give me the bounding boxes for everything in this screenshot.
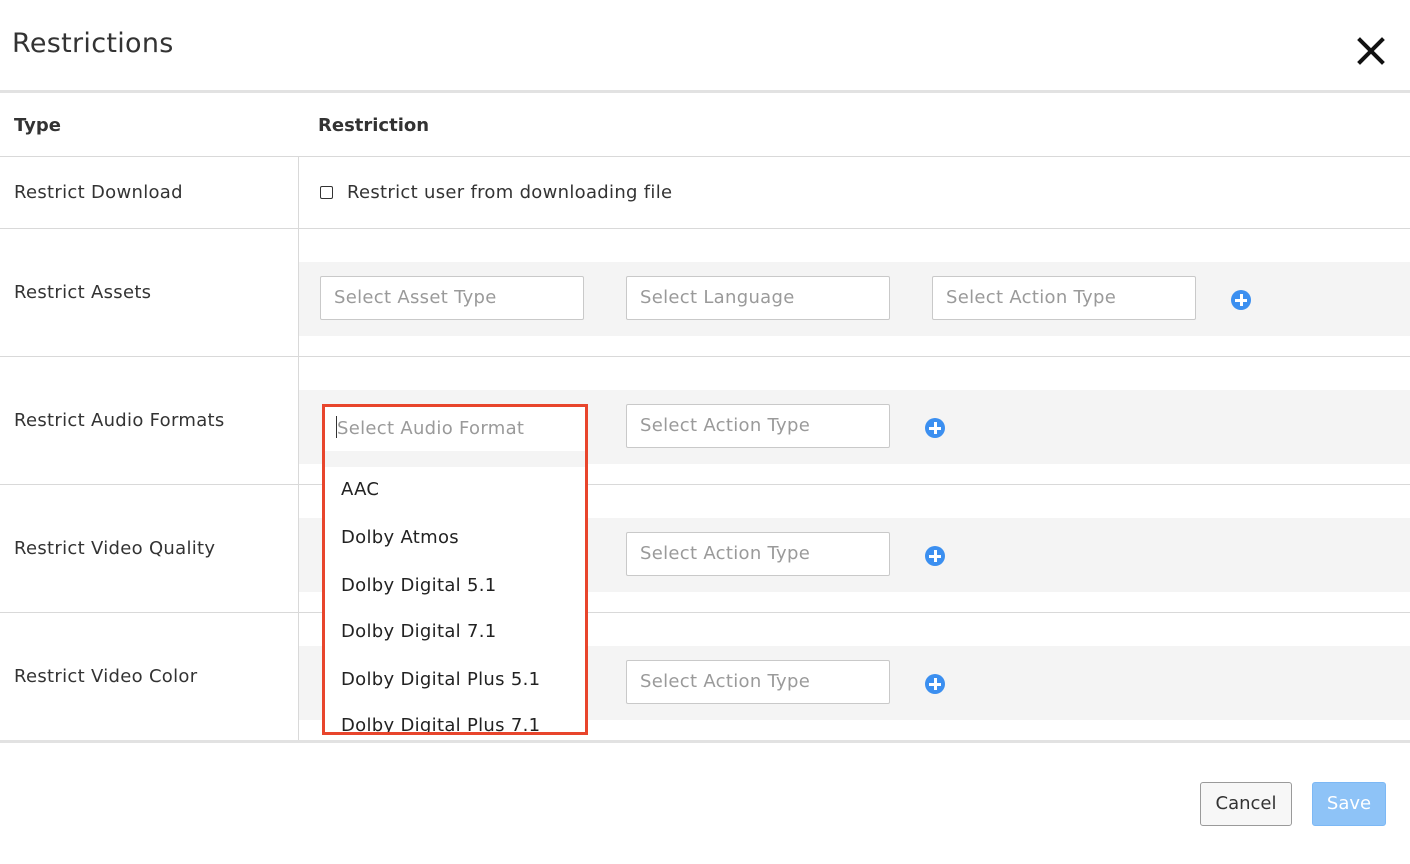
- dropdown-option-dolby-atmos[interactable]: Dolby Atmos: [341, 527, 459, 548]
- table-divider: [0, 356, 1410, 357]
- dropdown-separator: [325, 451, 585, 467]
- restrict-download-checkbox-label[interactable]: Restrict user from downloading file: [347, 182, 672, 203]
- restrict-download-checkbox[interactable]: [320, 186, 333, 199]
- audio-format-placeholder: Select Audio Format: [337, 418, 525, 439]
- table-divider: [0, 484, 1410, 485]
- cancel-button[interactable]: Cancel: [1200, 782, 1292, 826]
- row-label-restrict-video-quality: Restrict Video Quality: [14, 538, 216, 559]
- dropdown-option-dolby-digital-plus-5-1[interactable]: Dolby Digital Plus 5.1: [341, 669, 540, 690]
- add-asset-restriction-plus-icon[interactable]: [1231, 290, 1251, 310]
- add-video-color-restriction-plus-icon[interactable]: [925, 674, 945, 694]
- row-label-restrict-video-color: Restrict Video Color: [14, 666, 198, 687]
- dropdown-option-dolby-digital-5-1[interactable]: Dolby Digital 5.1: [341, 575, 497, 596]
- table-divider: [0, 228, 1410, 229]
- audio-format-search-input[interactable]: Select Audio Format: [325, 407, 585, 451]
- row-label-restrict-assets: Restrict Assets: [14, 282, 152, 303]
- header-divider: [0, 90, 1410, 93]
- add-audio-restriction-plus-icon[interactable]: [925, 418, 945, 438]
- select-action-type-assets[interactable]: Select Action Type: [932, 276, 1196, 320]
- footer-divider: [0, 740, 1410, 743]
- dropdown-option-aac[interactable]: AAC: [341, 479, 379, 500]
- column-header-type: Type: [14, 115, 61, 136]
- select-asset-type[interactable]: Select Asset Type: [320, 276, 584, 320]
- audio-format-dropdown[interactable]: Select Audio Format AAC Dolby Atmos Dolb…: [322, 404, 588, 735]
- add-video-quality-restriction-plus-icon[interactable]: [925, 546, 945, 566]
- text-caret: [336, 416, 337, 438]
- column-header-restriction: Restriction: [318, 115, 430, 136]
- select-action-type-video-quality[interactable]: Select Action Type: [626, 532, 890, 576]
- table-divider: [0, 156, 1410, 157]
- row-label-restrict-download: Restrict Download: [14, 182, 183, 203]
- row-label-restrict-audio-formats: Restrict Audio Formats: [14, 410, 225, 431]
- select-action-type-video-color[interactable]: Select Action Type: [626, 660, 890, 704]
- dialog-title: Restrictions: [12, 28, 174, 59]
- dropdown-option-dolby-digital-plus-7-1[interactable]: Dolby Digital Plus 7.1: [341, 715, 540, 732]
- table-divider: [0, 612, 1410, 613]
- save-button[interactable]: Save: [1312, 782, 1386, 826]
- audio-format-options-list[interactable]: AAC Dolby Atmos Dolby Digital 5.1 Dolby …: [325, 467, 585, 732]
- select-language[interactable]: Select Language: [626, 276, 890, 320]
- dropdown-option-dolby-digital-7-1[interactable]: Dolby Digital 7.1: [341, 621, 497, 642]
- close-icon[interactable]: [1352, 30, 1392, 70]
- select-action-type-audio[interactable]: Select Action Type: [626, 404, 890, 448]
